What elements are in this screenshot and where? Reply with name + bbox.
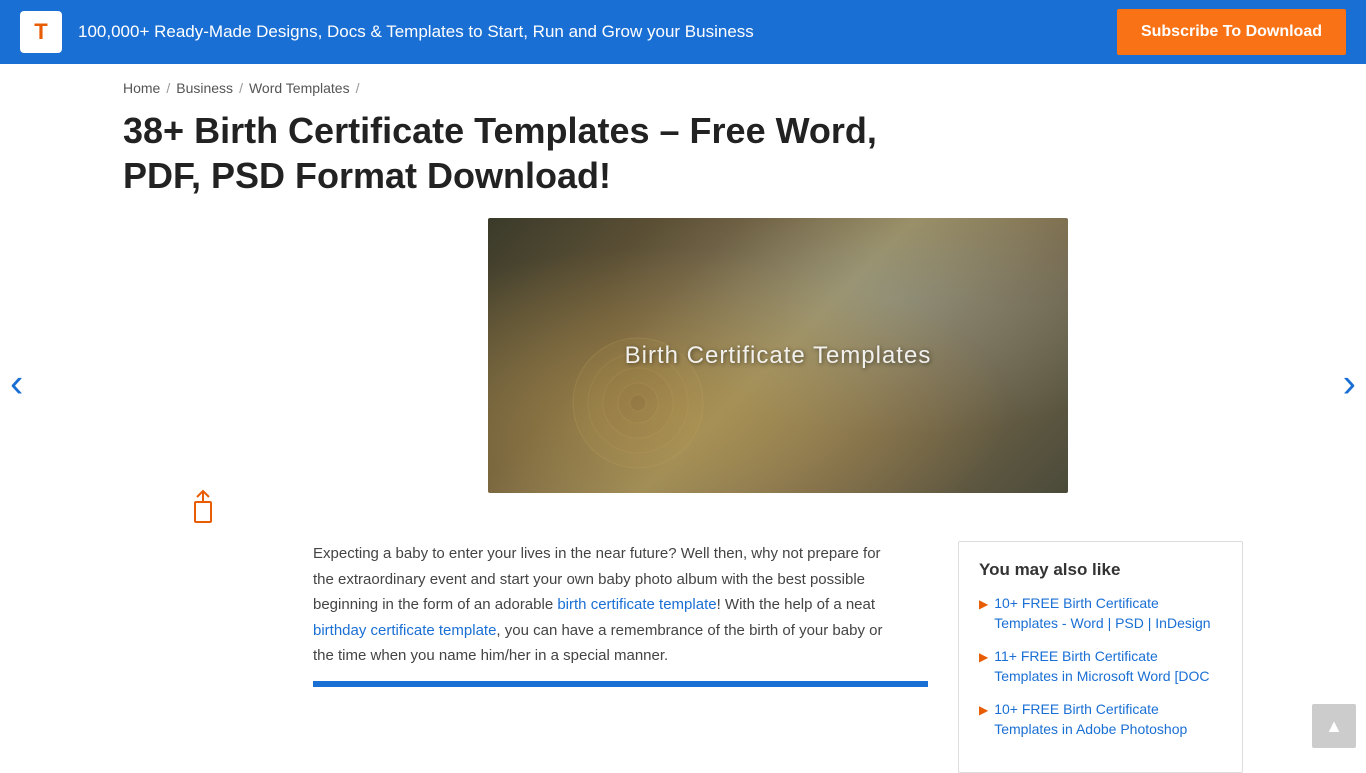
logo-icon: T — [20, 11, 62, 53]
next-arrow[interactable]: › — [1343, 362, 1356, 407]
left-panel — [123, 218, 283, 773]
sidebar-link-item-2: ▶ 11+ FREE Birth Certificate Templates i… — [979, 647, 1222, 686]
sidebar-link-item-1: ▶ 10+ FREE Birth Certificate Templates -… — [979, 594, 1222, 633]
sep2: / — [239, 80, 243, 96]
breadcrumb-home[interactable]: Home — [123, 80, 160, 96]
lower-right: You may also like ▶ 10+ FREE Birth Certi… — [958, 541, 1243, 773]
lower-content: Expecting a baby to enter your lives in … — [313, 541, 1243, 773]
sidebar-arrow-1: ▶ — [979, 597, 988, 611]
subscribe-button[interactable]: Subscribe To Download — [1117, 9, 1346, 55]
lower-left: Expecting a baby to enter your lives in … — [313, 541, 928, 773]
breadcrumb: Home / Business / Word Templates / — [123, 64, 1243, 108]
page-title: 38+ Birth Certificate Templates – Free W… — [123, 108, 943, 198]
hero-text: Birth Certificate Templates — [625, 342, 932, 370]
banner-text: 100,000+ Ready-Made Designs, Docs & Temp… — [78, 22, 754, 42]
body-text: Expecting a baby to enter your lives in … — [313, 541, 903, 669]
sidebar-link-3[interactable]: 10+ FREE Birth Certificate Templates in … — [994, 700, 1222, 739]
sidebar-arrow-2: ▶ — [979, 650, 988, 664]
banner-left: T 100,000+ Ready-Made Designs, Docs & Te… — [20, 11, 754, 53]
scroll-top-button[interactable]: ▲ — [1312, 704, 1356, 748]
sidebar-link-2[interactable]: 11+ FREE Birth Certificate Templates in … — [994, 647, 1222, 686]
breadcrumb-word-templates[interactable]: Word Templates — [249, 80, 350, 96]
birthday-cert-link[interactable]: birthday certificate template — [313, 622, 496, 639]
content-wrapper: Birth Certificate Templates Expecting a … — [123, 218, 1243, 773]
sidebar-arrow-3: ▶ — [979, 703, 988, 717]
sidebar-link-1[interactable]: 10+ FREE Birth Certificate Templates - W… — [994, 594, 1222, 633]
body-text-2: ! With the help of a neat — [717, 596, 875, 613]
breadcrumb-business[interactable]: Business — [176, 80, 233, 96]
prev-arrow[interactable]: ‹ — [10, 362, 23, 407]
main-content: Home / Business / Word Templates / 38+ B… — [83, 64, 1283, 773]
birth-cert-link[interactable]: birth certificate template — [557, 596, 716, 613]
blue-bar — [313, 681, 928, 687]
share-icon[interactable] — [185, 488, 221, 535]
sidebar-title: You may also like — [979, 560, 1222, 580]
sidebar-box: You may also like ▶ 10+ FREE Birth Certi… — [958, 541, 1243, 773]
hero-image: Birth Certificate Templates — [488, 218, 1068, 493]
center-right: Birth Certificate Templates Expecting a … — [313, 218, 1243, 773]
sep3: / — [356, 80, 360, 96]
top-banner: T 100,000+ Ready-Made Designs, Docs & Te… — [0, 0, 1366, 64]
sidebar-link-item-3: ▶ 10+ FREE Birth Certificate Templates i… — [979, 700, 1222, 739]
hero-wrapper: Birth Certificate Templates — [313, 218, 1243, 517]
sep1: / — [166, 80, 170, 96]
